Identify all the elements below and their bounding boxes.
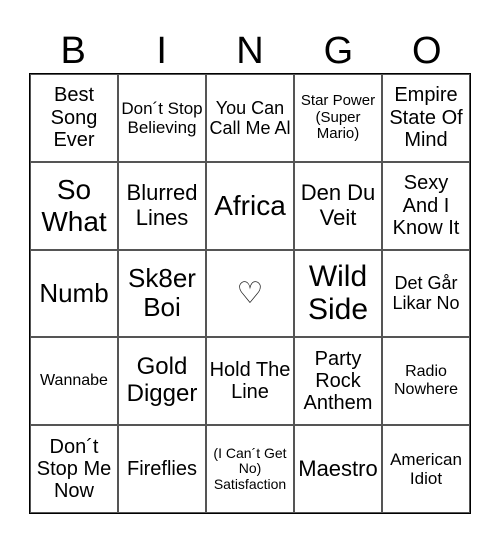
bingo-cell[interactable]: Hold The Line [206, 337, 294, 426]
bingo-cell[interactable]: Don´t Stop Me Now [30, 425, 118, 513]
bingo-cell[interactable]: American Idiot [382, 425, 470, 513]
bingo-grid: Best Song Ever Don´t Stop Believing You … [29, 73, 471, 514]
bingo-cell[interactable]: Best Song Ever [30, 74, 118, 162]
heart-outline-icon[interactable]: ♡ [206, 249, 294, 338]
bingo-cell[interactable]: So What [30, 161, 118, 250]
header-letter-o: O [412, 30, 442, 72]
bingo-cell[interactable]: Star Power (Super Mario) [294, 74, 382, 162]
bingo-header: B I N G O [29, 30, 471, 72]
bingo-cell[interactable]: Empire State Of Mind [382, 74, 470, 162]
bingo-cell[interactable]: Numb [30, 249, 118, 338]
bingo-cell[interactable]: Den Du Veit [294, 161, 382, 250]
bingo-cell[interactable]: Det Går Likar No [382, 249, 470, 338]
header-letter-n: N [236, 30, 264, 72]
header-letter-g: G [323, 30, 354, 72]
bingo-cell[interactable]: Radio Nowhere [382, 337, 470, 426]
bingo-cell[interactable]: Sk8er Boi [118, 249, 206, 338]
bingo-cell[interactable]: Wannabe [30, 337, 118, 426]
bingo-cell[interactable]: Africa [206, 161, 294, 250]
bingo-cell[interactable]: You Can Call Me Al [206, 74, 294, 162]
bingo-cell[interactable]: Maestro [294, 425, 382, 513]
bingo-cell[interactable]: Gold Digger [118, 337, 206, 426]
bingo-cell[interactable]: Fireflies [118, 425, 206, 513]
bingo-cell[interactable]: Blurred Lines [118, 161, 206, 250]
bingo-cell[interactable]: Party Rock Anthem [294, 337, 382, 426]
header-letter-i: I [156, 30, 167, 72]
bingo-cell[interactable]: Sexy And I Know It [382, 161, 470, 250]
header-letter-b: B [60, 30, 86, 72]
bingo-cell[interactable]: Wild Side [294, 249, 382, 338]
bingo-cell[interactable]: (I Can´t Get No) Satisfaction [206, 425, 294, 513]
bingo-cell[interactable]: Don´t Stop Believing [118, 74, 206, 162]
